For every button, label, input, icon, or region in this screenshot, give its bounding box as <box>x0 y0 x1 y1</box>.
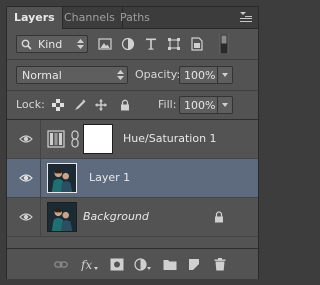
lock-transparent-pixels-icon[interactable] <box>52 99 64 111</box>
image-filter-icon[interactable] <box>98 37 112 51</box>
filter-toggle-icon[interactable] <box>219 34 229 54</box>
adjustment-filter-icon[interactable] <box>121 37 135 51</box>
fill-field[interactable]: 100% <box>179 96 233 114</box>
adjustment-layer-icon <box>47 130 65 148</box>
layers-footer: fx <box>7 248 258 279</box>
opacity-value: 100% <box>184 69 216 82</box>
fill-label: Fill: <box>158 98 177 111</box>
layer-thumbnail[interactable] <box>47 163 77 193</box>
fx-icon[interactable]: fx <box>81 258 99 271</box>
trash-icon[interactable] <box>213 258 227 271</box>
mask-icon[interactable] <box>110 258 124 271</box>
visibility-eye-icon[interactable] <box>19 211 33 223</box>
new-layer-icon[interactable] <box>188 258 202 271</box>
layer-row-layer-1[interactable]: Layer 1 <box>7 159 258 198</box>
lock-all-icon[interactable] <box>119 99 131 111</box>
shape-filter-icon[interactable] <box>167 37 181 51</box>
tab-paths[interactable]: Paths <box>113 7 157 28</box>
panel-tab-bar: Layers Channels Paths <box>7 7 258 29</box>
layer-row-hue-saturation[interactable]: Hue/Saturation 1 <box>7 120 258 159</box>
adjustment-icon[interactable] <box>134 258 152 271</box>
lock-image-pixels-icon[interactable] <box>74 99 86 111</box>
layer-name[interactable]: Background <box>83 210 149 223</box>
blend-mode-select[interactable]: Normal <box>16 66 128 84</box>
lock-position-icon[interactable] <box>95 99 107 111</box>
lock-label: Lock: <box>16 98 45 111</box>
fill-value: 100% <box>184 99 216 112</box>
chain-link-icon[interactable] <box>71 130 79 148</box>
search-icon <box>21 39 32 50</box>
tab-layers[interactable]: Layers <box>7 7 63 29</box>
lock-bar: Lock: Fill: 100% <box>7 91 258 120</box>
filter-kind-label: Kind <box>38 38 63 51</box>
updown-arrow-icon <box>117 70 124 80</box>
visibility-eye-icon[interactable] <box>19 172 33 184</box>
layers-panel: Layers Channels Paths Kind Normal Opacit… <box>6 6 259 279</box>
opacity-field[interactable]: 100% <box>179 66 233 84</box>
layer-mask-thumbnail[interactable] <box>83 124 113 154</box>
type-filter-icon[interactable] <box>144 37 158 51</box>
layer-name[interactable]: Layer 1 <box>89 171 130 184</box>
blend-mode-value: Normal <box>22 69 62 82</box>
divider <box>40 198 41 236</box>
link-icon[interactable] <box>54 258 68 271</box>
visibility-eye-icon[interactable] <box>19 133 33 145</box>
divider <box>40 120 41 158</box>
folder-icon[interactable] <box>163 258 177 271</box>
panel-menu-icon[interactable] <box>240 12 252 23</box>
filter-kind-select[interactable]: Kind <box>16 35 88 53</box>
smart-object-filter-icon[interactable] <box>190 37 204 51</box>
layer-thumbnail[interactable] <box>47 202 77 232</box>
blend-mode-bar: Normal Opacity: 100% <box>7 60 258 91</box>
opacity-label: Opacity: <box>135 68 181 81</box>
updown-arrow-icon <box>77 39 84 49</box>
layer-filter-bar: Kind <box>7 29 258 60</box>
layer-name[interactable]: Hue/Saturation 1 <box>123 132 217 145</box>
opacity-dropdown-button[interactable] <box>217 67 232 83</box>
layers-list: Hue/Saturation 1 Layer 1 Background <box>7 120 258 252</box>
lock-icon <box>215 211 223 223</box>
divider <box>40 159 41 197</box>
layer-row-background[interactable]: Background <box>7 198 258 237</box>
svg-text:fx: fx <box>81 258 92 271</box>
fill-dropdown-button[interactable] <box>217 97 232 113</box>
